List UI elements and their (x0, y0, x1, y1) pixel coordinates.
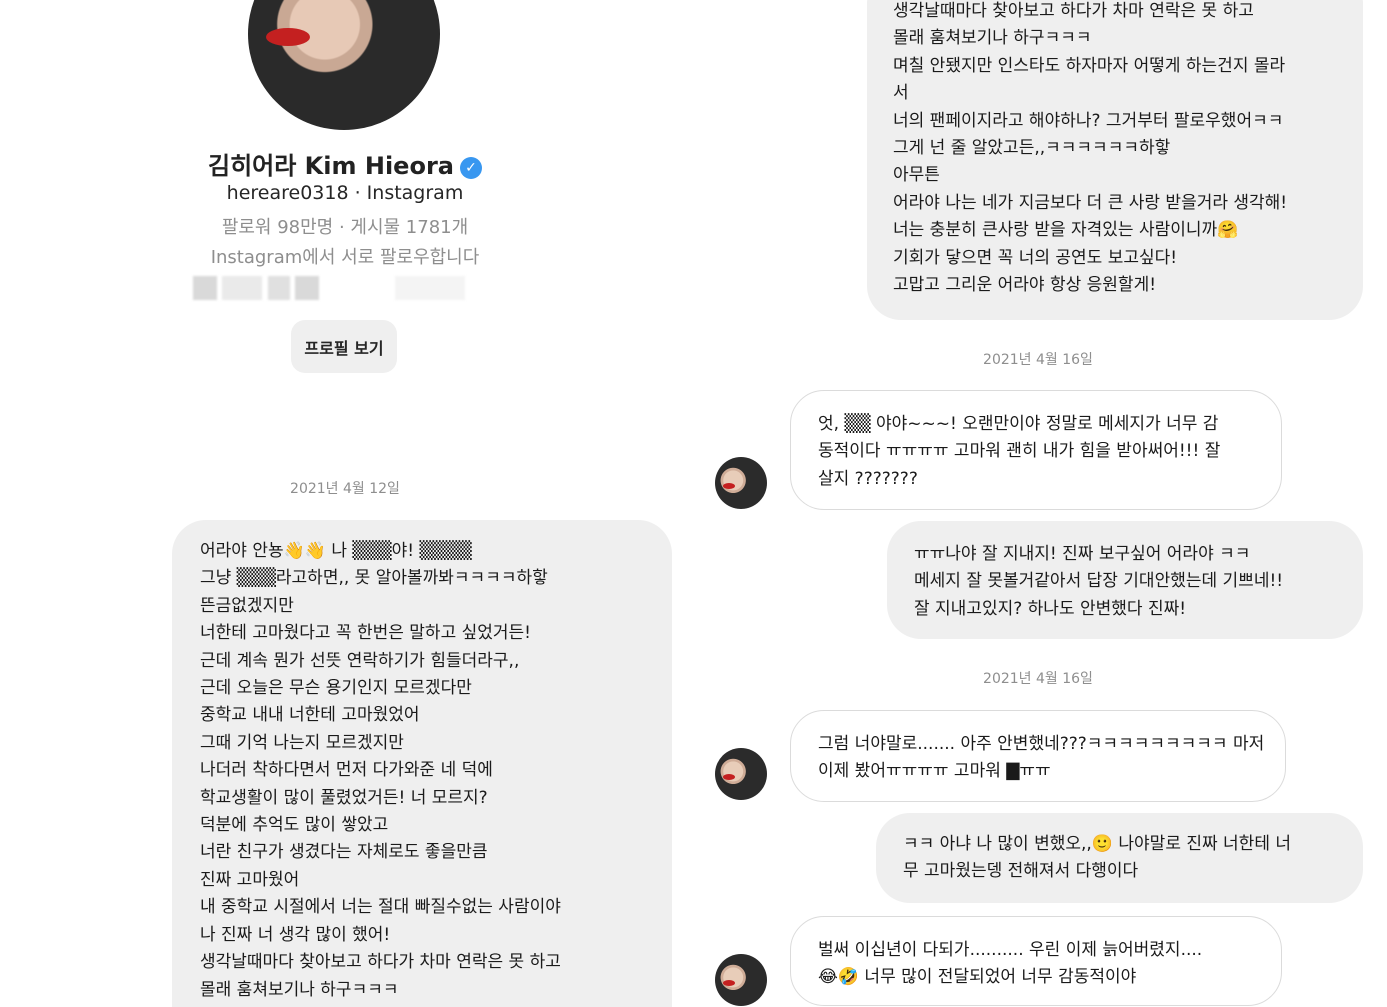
right-conversation-pane: 생각날때마다 찾아보고 하다가 차마 연락은 못 하고몰래 훔쳐보기나 하구ㅋㅋ… (700, 0, 1387, 1007)
message-line: 내 중학교 시절에서 너는 절대 빠질수없는 사람이야 (200, 897, 561, 918)
message-line: 너란 친구가 생겼다는 자체로도 좋을만큼 (200, 842, 488, 863)
message-line: 그냥 ▒▒▒라고하면,, 못 알아볼까봐ㅋㅋㅋㅋ하핳 (200, 568, 548, 589)
message-line: 덕분에 추억도 많이 쌓았고 (200, 815, 389, 836)
message-line: 어라야 나는 네가 지금보다 더 큰 사랑 받을거라 생각해! (893, 192, 1288, 213)
message-line: 근데 계속 뭔가 선뜻 연락하기가 힘들더라구,, (200, 650, 520, 671)
message-line: 동적이다 ㅠㅠㅠㅠ 고마워 괜히 내가 힘을 받아써어!!! 잘 (818, 441, 1221, 462)
message-line: 생각날때마다 찾아보고 하다가 차마 연락은 못 하고 (893, 1, 1254, 21)
view-profile-button[interactable]: 프로필 보기 (291, 320, 397, 373)
redacted-area (268, 276, 290, 300)
profile-avatar[interactable] (248, 0, 440, 130)
message-line: 그럼 너야말로....... 아주 안변했네???ㅋㅋㅋㅋㅋㅋㅋㅋㅋ 마저 (818, 734, 1265, 754)
avatar-icon[interactable] (715, 954, 767, 1006)
message-line: 무 고마웠는뎅 전해져서 다행이다 (903, 861, 1139, 882)
message-line: 서 (893, 83, 909, 104)
sent-message-bubble[interactable]: 엇, ▒▒ 야야~~~! 오랜만이야 정말로 메세지가 너무 감동적이다 ㅠㅠㅠ… (790, 390, 1282, 510)
message-line: 근데 오늘은 무슨 용기인지 모르겠다만 (200, 678, 472, 699)
message-line: 몰래 훔쳐보기나 하구ㅋㅋㅋ (893, 28, 1092, 49)
message-line: 잘 지내고있지? 하나도 안변했다 진짜! (914, 598, 1187, 619)
received-message-bubble[interactable]: 어라야 안뇽👋👋 나 ▒▒▒야! ▒▒▒▒ 그냥 ▒▒▒라고하면,, 못 알아볼까… (172, 520, 672, 1007)
message-line: 살지 ??????? (818, 468, 918, 489)
date-separator: 2021년 4월 16일 (983, 352, 1093, 368)
sent-message-bubble[interactable]: 벌써 이십년이 다되가.......... 우린 이제 늙어버렸지.... 😂🤣 … (790, 916, 1282, 1006)
message-line: 뜬금없겠지만 (200, 595, 294, 616)
received-message-bubble[interactable]: ㅠㅠ나야 잘 지내지! 진짜 보구싶어 어라야 ㅋㅋ 메세지 잘 못볼거같아서 답… (887, 521, 1363, 639)
message-line: 나더러 착하다면서 먼저 다가와준 네 덕에 (200, 760, 493, 781)
message-line: 고맙고 그리운 어라야 항상 응원할게! (893, 275, 1157, 296)
message-line: 기회가 닿으면 꼭 너의 공연도 보고싶다! (893, 247, 1178, 268)
message-line: 학교생활이 많이 풀렸었거든! 너 모르지? (200, 787, 488, 808)
redacted-area (222, 276, 262, 300)
message-line: 그게 넌 줄 알았고든,,ㅋㅋㅋㅋㅋㅋ하핳 (893, 138, 1171, 159)
redacted-area (395, 276, 465, 300)
avatar-icon[interactable] (715, 457, 767, 509)
message-line: 진짜 고마웠어 (200, 869, 300, 890)
profile-name: 김히어라 Kim Hieora (208, 152, 454, 180)
received-message-bubble[interactable]: 생각날때마다 찾아보고 하다가 차마 연락은 못 하고몰래 훔쳐보기나 하구ㅋㅋ… (867, 0, 1363, 320)
left-conversation-pane: 김히어라 Kim Hieora ✓ hereare0318 · Instagram… (0, 0, 700, 1007)
message-line: ㅋㅋ 아냐 나 많이 변했오,,🙂 나야말로 진짜 너한테 너 (903, 834, 1292, 854)
sent-message-bubble[interactable]: 그럼 너야말로....... 아주 안변했네???ㅋㅋㅋㅋㅋㅋㅋㅋㅋ 마저이제 … (790, 710, 1286, 802)
profile-mutual-follow: Instagram에서 서로 팔로우합니다 (210, 247, 480, 268)
message-line: 어라야 안뇽👋👋 나 ▒▒▒야! ▒▒▒▒ (200, 541, 472, 561)
verified-badge-icon: ✓ (459, 157, 482, 179)
message-line: 나 진짜 너 생각 많이 했어! (200, 924, 391, 945)
message-line: 이제 봤어ㅠㅠㅠㅠ 고마워 ▇ㅠㅠ (818, 761, 1051, 782)
message-line: 생각날때마다 찾아보고 하다가 차마 연락은 못 하고 (200, 952, 561, 973)
message-line: 😂🤣 너무 많이 전달되었어 너무 감동적이야 (818, 967, 1137, 988)
message-line: 며칠 안됐지만 인스타도 하자마자 어떻게 하는건지 몰라 (893, 55, 1286, 76)
avatar-icon[interactable] (715, 748, 767, 800)
received-message-bubble[interactable]: ㅋㅋ 아냐 나 많이 변했오,,🙂 나야말로 진짜 너한테 너무 고마웠는뎅 전… (876, 813, 1363, 903)
message-line: ㅠㅠ나야 잘 지내지! 진짜 보구싶어 어라야 ㅋㅋ (914, 544, 1251, 564)
profile-stats: 팔로워 98만명 · 게시물 1781개 (221, 217, 469, 238)
redacted-area (193, 276, 217, 300)
message-line: 아무튼 (893, 165, 940, 186)
message-line: 몰래 훔쳐보기나 하구ㅋㅋㅋ (200, 979, 399, 1000)
message-line: 엇, ▒▒ 야야~~~! 오랜만이야 정말로 메세지가 너무 감 (818, 414, 1219, 434)
message-line: 너의 팬페이지라고 해야하나? 그거부터 팔로우했어ㅋㅋ (893, 110, 1284, 131)
message-line: 중학교 내내 너한테 고마웠었어 (200, 705, 420, 726)
date-separator: 2021년 4월 16일 (983, 671, 1093, 687)
message-line: 너는 충분히 큰사랑 받을 자격있는 사람이니까🤗 (893, 220, 1239, 241)
message-line: 메세지 잘 못볼거같아서 답장 기대안했는데 기쁘네!! (914, 571, 1284, 592)
date-separator: 2021년 4월 12일 (290, 481, 400, 497)
profile-name-row: 김히어라 Kim Hieora ✓ (0, 146, 690, 181)
message-line: 너한테 고마웠다고 꼭 한번은 말하고 싶었거든! (200, 623, 531, 644)
message-line: 벌써 이십년이 다되가.......... 우린 이제 늙어버렸지.... (818, 940, 1203, 960)
profile-handle: hereare0318 · Instagram (226, 182, 464, 204)
redacted-area (295, 276, 319, 300)
message-line: 그때 기억 나는지 모르겠지만 (200, 732, 404, 753)
